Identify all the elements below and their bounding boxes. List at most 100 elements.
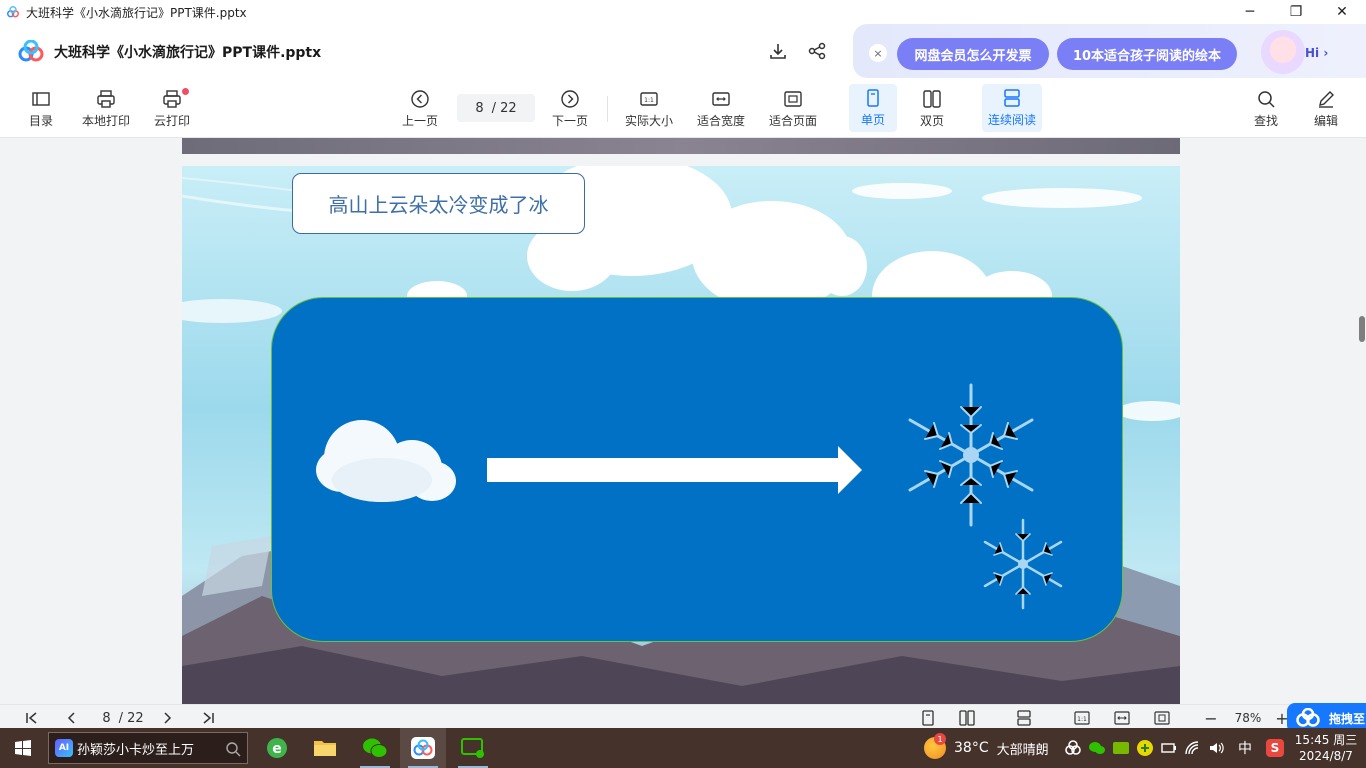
right-arrow-icon — [487, 446, 862, 494]
svg-text:1:1: 1:1 — [644, 97, 654, 104]
single-page-label: 单页 — [860, 113, 885, 127]
pencil-icon — [1319, 91, 1334, 108]
baidu-netdisk-taskbar-icon[interactable] — [400, 728, 446, 768]
page-indicator[interactable]: 8 / 22 — [96, 708, 150, 728]
toolbar-divider — [607, 96, 608, 122]
document-title: 大班科学《小水滴旅行记》PPT课件.pptx — [54, 45, 322, 61]
windows-start-icon[interactable] — [0, 728, 46, 768]
fit-page-small-icon[interactable] — [1152, 708, 1172, 728]
wechat-tray-icon[interactable] — [1088, 740, 1106, 756]
wechat-icon[interactable] — [352, 728, 398, 768]
illustration-panel — [271, 297, 1123, 642]
promo-pill-picture-books[interactable]: 10本适合孩子阅读的绘本 — [1057, 38, 1237, 70]
continuous-reading-button[interactable]: 连续阅读 — [982, 84, 1042, 132]
double-page-icon — [923, 90, 941, 108]
close-window-button[interactable]: ✕ — [1319, 0, 1365, 24]
ai-search-icon: AI — [55, 739, 73, 757]
ie-browser-icon[interactable]: e — [254, 728, 300, 768]
continuous-reading-label: 连续阅读 — [987, 113, 1036, 127]
weather-badge: 1 — [934, 733, 946, 745]
system-tray: 中 S — [1064, 728, 1284, 768]
search-icon — [226, 742, 241, 757]
continuous-view-icon[interactable] — [1014, 708, 1034, 728]
assistant-hi-link[interactable]: Hi › — [1305, 46, 1328, 60]
small-snowflake-icon — [983, 518, 1063, 610]
fit-width-small-icon[interactable] — [1112, 708, 1132, 728]
prev-page-button[interactable]: 上一页 — [398, 80, 442, 138]
next-page-label: 下一页 — [551, 114, 588, 128]
single-page-view-icon[interactable] — [918, 708, 938, 728]
taskbar-search-box[interactable]: AI 孙颖莎小卡炒至上万 — [48, 732, 248, 764]
cloud-print-label: 云打印 — [153, 114, 190, 128]
volume-icon[interactable] — [1208, 740, 1226, 756]
find-button[interactable]: 查找 — [1246, 80, 1286, 138]
weather-sun-icon: 1 — [924, 733, 946, 759]
share-icon[interactable] — [806, 40, 828, 62]
prev-page-label: 上一页 — [401, 114, 438, 128]
weather-desc: 大部晴朗 — [996, 742, 1049, 758]
local-print-button[interactable]: 本地打印 — [78, 80, 134, 138]
next-page-icon[interactable] — [157, 708, 177, 728]
slide-page-8: 高山上云朵太冷变成了冰 — [182, 166, 1180, 704]
prev-page-icon[interactable] — [62, 708, 82, 728]
weather-widget[interactable]: 1 38°C 大部晴朗 — [924, 728, 1049, 768]
fit-width-icon — [712, 92, 730, 106]
sogou-input-icon[interactable]: S — [1266, 739, 1284, 757]
bottom-current-page: 8 — [102, 710, 111, 726]
weather-temp: 38°C — [954, 740, 989, 756]
last-page-icon[interactable] — [198, 708, 218, 728]
zoom-out-button[interactable]: − — [1201, 708, 1221, 728]
continuous-reading-icon — [1004, 89, 1020, 107]
notification-dot — [182, 88, 189, 95]
battery-icon[interactable] — [1160, 740, 1178, 756]
baidu-netdisk-logo-icon — [18, 40, 44, 62]
download-icon[interactable] — [767, 40, 789, 62]
fit-page-button[interactable]: 适合页面 — [766, 80, 820, 138]
promo-close-button[interactable]: × — [869, 44, 887, 62]
double-page-button[interactable]: 双页 — [910, 80, 954, 138]
ime-indicator[interactable]: 中 — [1238, 738, 1252, 758]
promo-banner: × 网盘会员怎么开发票 10本适合孩子阅读的绘本 Hi › — [853, 24, 1366, 78]
find-label: 查找 — [1253, 114, 1278, 128]
local-print-label: 本地打印 — [81, 114, 130, 128]
vertical-scrollbar-thumb[interactable] — [1359, 316, 1365, 342]
printer-icon — [97, 90, 115, 108]
actual-size-button[interactable]: 1:1 实际大小 — [622, 80, 676, 138]
toc-label: 目录 — [28, 114, 53, 128]
windows-taskbar: AI 孙颖莎小卡炒至上万 e 1 38°C 大部晴朗 中 S 15:45 周三 … — [0, 728, 1366, 768]
first-page-icon[interactable] — [22, 708, 42, 728]
minimize-button[interactable]: ─ — [1227, 0, 1273, 24]
actual-size-small-icon[interactable]: 1:1 — [1072, 708, 1092, 728]
nvidia-icon[interactable] — [1112, 740, 1130, 756]
clock[interactable]: 15:45 周三 2024/8/7 — [1292, 728, 1360, 768]
snowflake-icon — [908, 383, 1034, 527]
double-page-view-icon[interactable] — [957, 708, 977, 728]
edit-button[interactable]: 编辑 — [1306, 80, 1346, 138]
svg-text:1:1: 1:1 — [1077, 716, 1087, 723]
page-number-input[interactable]: 8 / 22 — [457, 94, 535, 122]
assistant-avatar[interactable] — [1261, 30, 1305, 74]
previous-slide-bottom — [182, 138, 1180, 154]
actual-size-icon: 1:1 — [640, 92, 658, 106]
netdisk-tray-icon[interactable] — [1064, 740, 1082, 756]
wifi-icon[interactable] — [1184, 740, 1202, 756]
cloud-to-ice-illustration — [316, 383, 1063, 610]
bottom-total-pages: / 22 — [118, 710, 144, 726]
clock-date: 2024/8/7 — [1299, 749, 1353, 763]
baidu-netdisk-icon — [7, 6, 19, 18]
next-page-button[interactable]: 下一页 — [548, 80, 592, 138]
screen-recorder-icon[interactable] — [450, 728, 496, 768]
file-explorer-icon[interactable] — [302, 728, 348, 768]
slide-caption: 高山上云朵太冷变成了冰 — [292, 173, 585, 234]
fit-width-button[interactable]: 适合宽度 — [694, 80, 748, 138]
promo-pill-invoice[interactable]: 网盘会员怎么开发票 — [897, 38, 1049, 70]
document-viewer[interactable]: 高山上云朵太冷变成了冰 — [0, 138, 1366, 704]
security-tray-icon[interactable] — [1136, 739, 1154, 757]
maximize-button[interactable]: ❐ — [1273, 0, 1319, 24]
total-pages: / 22 — [491, 100, 517, 116]
single-page-button[interactable]: 单页 — [849, 84, 897, 132]
bottom-nav-bar: 8 / 22 1:1 − 78% + — [0, 704, 1366, 730]
current-page: 8 — [475, 100, 484, 116]
clock-time: 15:45 周三 — [1294, 733, 1358, 747]
toc-button[interactable]: 目录 — [22, 80, 60, 138]
